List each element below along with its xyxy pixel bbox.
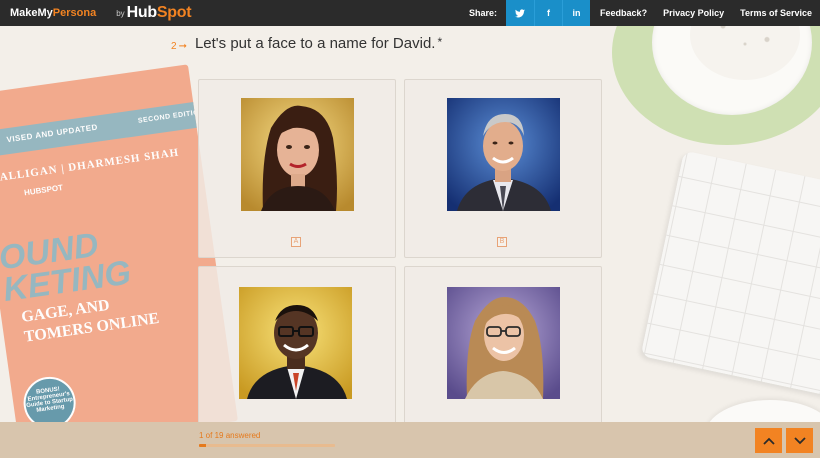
feedback-link[interactable]: Feedback? <box>592 8 655 18</box>
question-number: 2 <box>171 41 177 52</box>
terms-of-service-link[interactable]: Terms of Service <box>732 8 820 18</box>
woman-dark-hair-portrait <box>241 98 354 211</box>
makemypersona-logo: MakeMyPersona <box>10 7 96 19</box>
next-question-button[interactable] <box>786 428 813 453</box>
keyboard-decor <box>640 150 820 400</box>
progress-fill <box>199 444 206 447</box>
progress-bar <box>199 444 335 447</box>
question-header: 2 ➞ Let's put a face to a name for David… <box>171 35 442 52</box>
previous-question-button[interactable] <box>755 428 782 453</box>
book-band-text: VISED AND UPDATED <box>5 122 99 145</box>
logo-text-persona: Persona <box>52 7 97 19</box>
twitter-share-button[interactable] <box>506 0 535 26</box>
choice-key-a: A <box>291 237 301 247</box>
privacy-policy-link[interactable]: Privacy Policy <box>655 8 732 18</box>
facebook-icon: f <box>547 8 551 18</box>
choice-b[interactable]: B <box>404 79 602 258</box>
woman-glasses-portrait <box>447 287 560 400</box>
top-bar: MakeMyPersona by HubSpot Share: f in Fee… <box>0 0 820 26</box>
footer-bar: 1 of 19 answered <box>0 422 820 458</box>
chevron-up-icon <box>762 437 775 445</box>
choice-c[interactable]: C <box>198 266 396 445</box>
book-title: OUND KETING <box>0 225 133 309</box>
facebook-share-button[interactable]: f <box>534 0 563 26</box>
older-man-suit-portrait <box>447 98 560 211</box>
choice-d[interactable]: D <box>404 266 602 445</box>
logo-text-spot: Spot <box>156 4 192 21</box>
logo-by-text: by <box>116 8 125 18</box>
logo-text-hub: Hub <box>126 4 158 21</box>
top-nav: Share: f in Feedback? Privacy Policy Ter… <box>469 0 820 26</box>
book-authors: ALLIGAN | DHARMESH SHAH <box>0 146 180 184</box>
arrow-right-icon: ➞ <box>178 41 187 52</box>
brand-logo[interactable]: MakeMyPersona by HubSpot <box>0 0 192 26</box>
required-asterisk: * <box>437 35 443 49</box>
question-text: Let's put a face to a name for David. <box>194 35 436 52</box>
book-publisher: HUBSPOT <box>23 183 64 198</box>
logo-text-makemy: MakeMy <box>10 7 53 19</box>
choice-key-b: B <box>497 237 507 247</box>
progress-text: 1 of 19 answered <box>199 431 261 440</box>
man-glasses-suit-portrait <box>239 287 352 400</box>
linkedin-share-button[interactable]: in <box>562 0 591 26</box>
chevron-down-icon <box>793 436 806 444</box>
share-label: Share: <box>469 8 498 18</box>
hubspot-logo: HubSpot <box>127 4 192 22</box>
book-edition-text: SECOND EDITION <box>137 108 206 125</box>
choice-a[interactable]: A <box>198 79 396 258</box>
linkedin-icon: in <box>572 8 581 18</box>
twitter-icon <box>515 8 526 17</box>
